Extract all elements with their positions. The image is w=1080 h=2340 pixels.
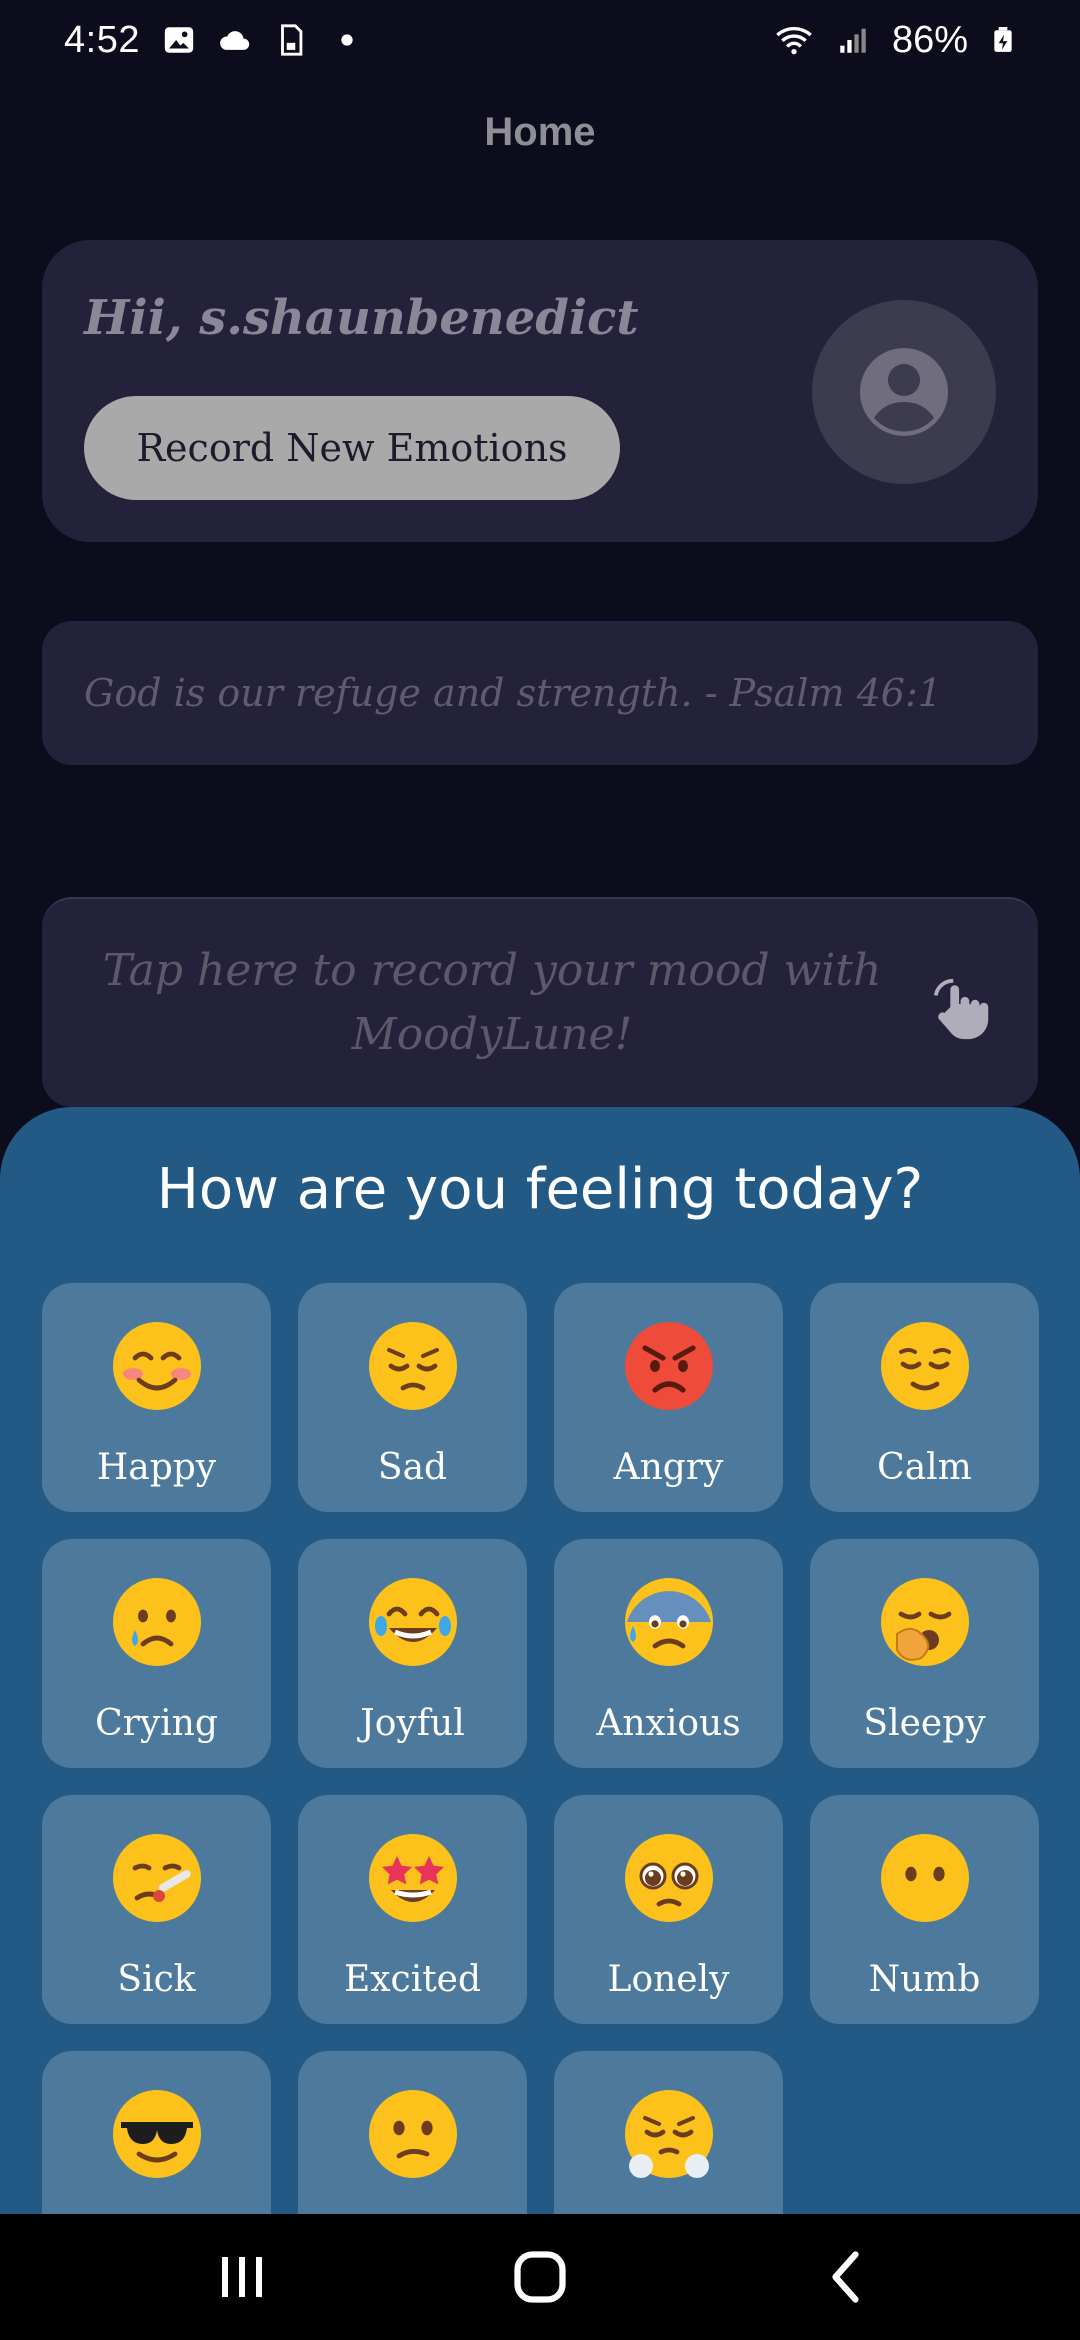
sunglasses-icon <box>42 2079 271 2189</box>
pleading-icon <box>554 1823 783 1933</box>
no-mouth-icon <box>810 1823 1039 1933</box>
dot-icon <box>341 34 353 46</box>
status-left: 4:52 <box>64 19 364 62</box>
mood-tile-sad[interactable]: Sad <box>298 1283 527 1512</box>
mood-picker-sheet: How are you feeling today? Happy Sad Angry… <box>0 1107 1080 2214</box>
smiling-blush-icon <box>42 1311 271 1421</box>
mood-tile-more-14[interactable] <box>554 2051 783 2214</box>
tap-hand-icon <box>933 978 989 1040</box>
navigation-bar <box>0 2214 1080 2340</box>
mood-label: Happy <box>96 1447 217 1488</box>
relieved-icon <box>810 1311 1039 1421</box>
mood-tile-sleepy[interactable]: Sleepy <box>810 1539 1039 1768</box>
sim-icon <box>281 24 303 56</box>
mood-tile-more-13[interactable] <box>298 2051 527 2214</box>
greeting-text: Hii, s.shaunbenedict <box>84 290 639 346</box>
mood-label: Calm <box>877 1447 972 1488</box>
tears-of-joy-icon <box>298 1567 527 1677</box>
status-right: 86% <box>774 19 1016 62</box>
confused-icon <box>298 2079 527 2189</box>
avatar[interactable] <box>812 300 996 484</box>
mood-label: Crying <box>95 1703 218 1744</box>
mood-tile-numb[interactable]: Numb <box>810 1795 1039 2024</box>
status-bar: 4:52 86% <box>0 0 1080 80</box>
mood-tile-excited[interactable]: Excited <box>298 1795 527 2024</box>
signal-icon <box>840 28 866 53</box>
battery-percent: 86% <box>891 18 968 61</box>
mood-tile-sick[interactable]: Sick <box>42 1795 271 2024</box>
mood-label: Lonely <box>607 1959 730 2000</box>
record-mood-card[interactable]: Tap here to record your mood with MoodyL… <box>42 897 1038 1107</box>
back-icon[interactable] <box>818 2247 878 2307</box>
triumph-icon <box>554 2079 783 2189</box>
mood-label: Excited <box>343 1959 482 2000</box>
star-struck-icon <box>298 1823 527 1933</box>
greeting-card: Hii, s.shaunbenedict Record New Emotions <box>42 240 1038 542</box>
gallery-icon <box>164 27 194 53</box>
mood-tile-anxious[interactable]: Anxious <box>554 1539 783 1768</box>
home-icon[interactable] <box>510 2247 570 2307</box>
mood-label: Sick <box>117 1959 196 2000</box>
anxious-sweat-icon <box>554 1567 783 1677</box>
recents-icon[interactable] <box>212 2247 272 2307</box>
cloud-icon <box>220 31 250 50</box>
record-mood-text: Tap here to record your mood with MoodyL… <box>102 945 882 1060</box>
mood-label: Joyful <box>360 1703 465 1744</box>
quote-text: God is our refuge and strength. - Psalm … <box>84 671 942 715</box>
mood-label: Sad <box>377 1447 448 1488</box>
mood-tile-crying[interactable]: Crying <box>42 1539 271 1768</box>
quote-card: God is our refuge and strength. - Psalm … <box>42 621 1038 765</box>
battery-icon <box>994 27 1012 52</box>
angry-icon <box>554 1311 783 1421</box>
thermometer-icon <box>42 1823 271 1933</box>
mood-tile-lonely[interactable]: Lonely <box>554 1795 783 2024</box>
user-avatar-icon <box>860 348 948 436</box>
yawning-icon <box>810 1567 1039 1677</box>
mood-tile-calm[interactable]: Calm <box>810 1283 1039 1512</box>
page-title: Home <box>484 110 596 154</box>
mood-label: Numb <box>868 1959 981 2000</box>
pensive-icon <box>298 1311 527 1421</box>
crying-icon <box>42 1567 271 1677</box>
mood-label: Anxious <box>596 1703 741 1744</box>
mood-tile-angry[interactable]: Angry <box>554 1283 783 1512</box>
record-new-emotions-button[interactable]: Record New Emotions <box>84 396 620 500</box>
mood-tile-happy[interactable]: Happy <box>42 1283 271 1512</box>
wifi-icon <box>776 27 812 55</box>
sheet-title: How are you feeling today? <box>156 1157 924 1222</box>
mood-label: Angry <box>613 1447 724 1488</box>
mood-label: Sleepy <box>863 1703 986 1744</box>
status-time: 4:52 <box>64 18 140 61</box>
mood-tile-joyful[interactable]: Joyful <box>298 1539 527 1768</box>
mood-tile-more-12[interactable] <box>42 2051 271 2214</box>
